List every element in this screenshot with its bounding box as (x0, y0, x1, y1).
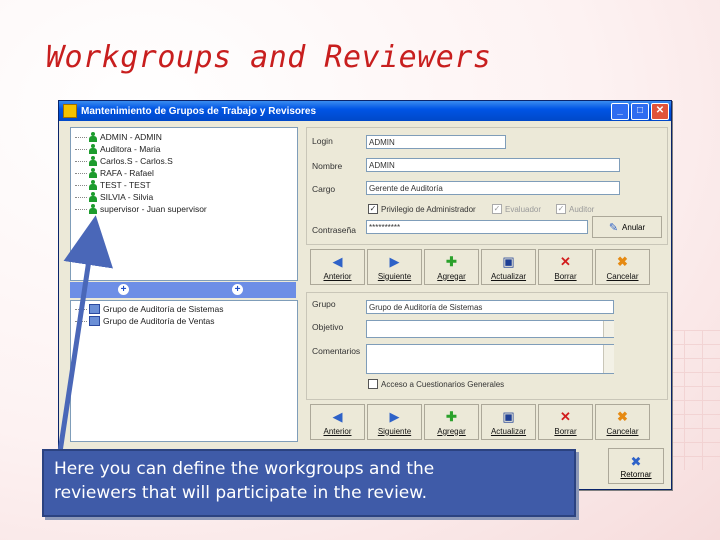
cancel-button[interactable]: ✖ Cancelar (595, 249, 650, 285)
next-button[interactable]: ▶ Siguiente (367, 404, 422, 440)
user-icon (89, 132, 97, 142)
comments-scrollbar[interactable] (603, 345, 614, 373)
arrow-right-icon: ▶ (389, 253, 400, 269)
plus-icon: ✚ (446, 408, 457, 424)
slide-title: Workgroups and Reviewers (46, 40, 492, 75)
window-title: Mantenimiento de Grupos de Trabajo y Rev… (81, 105, 317, 117)
cancel-icon: ✖ (617, 253, 628, 269)
maximize-button[interactable]: □ (631, 102, 649, 120)
role-input[interactable]: Gerente de Auditoría (366, 181, 620, 195)
next-button[interactable]: ▶ Siguiente (367, 249, 422, 285)
group-action-bar: + + (70, 282, 296, 298)
add-button[interactable]: ✚ Agregar (424, 404, 479, 440)
comments-label: Comentarios (312, 346, 361, 356)
group-icon (89, 304, 100, 314)
tree-item[interactable]: TEST - TEST (75, 180, 151, 190)
group-toolbar: ◀ Anterior ▶ Siguiente ✚ Agregar ▣ Actualiza… (310, 404, 650, 440)
name-label: Nombre (312, 161, 343, 171)
previous-button[interactable]: ◀ Anterior (310, 404, 365, 440)
callout-line-2: reviewers that will participate in the r… (54, 483, 427, 503)
delete-button[interactable]: ✕ Borrar (538, 249, 593, 285)
admin-privilege-checkbox[interactable]: ✓ Privilegio de Administrador (368, 204, 476, 214)
objective-label: Objetivo (312, 322, 344, 332)
objective-input[interactable] (366, 320, 614, 338)
user-icon (89, 144, 97, 154)
return-icon: ✖ (630, 453, 642, 469)
tree-item[interactable]: Carlos.S - Carlos.S (75, 156, 173, 166)
user-icon (89, 156, 97, 166)
cancel-edit-icon: ✎ (608, 221, 619, 234)
delete-icon: ✕ (560, 408, 571, 424)
login-label: Login (312, 136, 333, 146)
update-button[interactable]: ▣ Actualizar (481, 249, 536, 285)
comments-input[interactable] (366, 344, 614, 374)
arrow-right-icon: ▶ (389, 408, 400, 424)
general-questionnaires-checkbox[interactable]: Acceso a Cuestionarios Generales (368, 379, 504, 389)
cancel-icon: ✖ (617, 408, 628, 424)
tree-item[interactable]: RAFA - Rafael (75, 168, 154, 178)
groups-list[interactable]: Grupo de Auditoría de Sistemas Grupo de … (70, 300, 298, 442)
user-toolbar: ◀ Anterior ▶ Siguiente ✚ Agregar ▣ Actualiza… (310, 249, 650, 285)
users-tree[interactable]: ADMIN - ADMIN Auditora - Maria Carlos.S … (70, 127, 298, 281)
save-icon: ▣ (502, 253, 515, 269)
user-icon (89, 192, 97, 202)
anular-button[interactable]: ✎ Anular (592, 216, 662, 238)
app-icon (63, 104, 77, 118)
arrow-left-icon: ◀ (332, 253, 343, 269)
tree-item[interactable]: ADMIN - ADMIN (75, 132, 162, 142)
previous-button[interactable]: ◀ Anterior (310, 249, 365, 285)
return-button[interactable]: ✖ Retornar (608, 448, 664, 484)
window-titlebar: Mantenimiento de Grupos de Trabajo y Rev… (59, 101, 671, 121)
user-icon (89, 168, 97, 178)
add-circle-icon[interactable]: + (118, 284, 129, 295)
callout-line-1: Here you can define the workgroups and t… (54, 459, 435, 479)
save-icon: ▣ (502, 408, 515, 424)
group-icon (89, 316, 100, 326)
password-label: Contraseña (312, 225, 356, 235)
list-item[interactable]: Grupo de Auditoría de Sistemas (75, 304, 224, 314)
cancel-button[interactable]: ✖ Cancelar (595, 404, 650, 440)
password-input[interactable]: ********** (366, 220, 588, 234)
add-button[interactable]: ✚ Agregar (424, 249, 479, 285)
tree-item[interactable]: supervisor - Juan supervisor (75, 204, 207, 214)
evaluator-checkbox[interactable]: ✓ Evaluador (492, 204, 541, 214)
callout-box: Here you can define the workgroups and t… (42, 449, 576, 517)
arrow-left-icon: ◀ (332, 408, 343, 424)
update-button[interactable]: ▣ Actualizar (481, 404, 536, 440)
plus-icon: ✚ (446, 253, 457, 269)
close-button[interactable]: ✕ (651, 102, 669, 120)
auditor-checkbox[interactable]: ✓ Auditor (556, 204, 594, 214)
tree-item[interactable]: Auditora - Maria (75, 144, 160, 154)
role-label: Cargo (312, 184, 336, 194)
objective-scrollbar[interactable] (603, 321, 614, 337)
delete-button[interactable]: ✕ Borrar (538, 404, 593, 440)
add-circle-icon[interactable]: + (232, 284, 243, 295)
list-item[interactable]: Grupo de Auditoría de Ventas (75, 316, 215, 326)
group-label: Grupo (312, 299, 336, 309)
login-input[interactable]: ADMIN (366, 135, 506, 149)
tree-item[interactable]: SILVIA - Silvia (75, 192, 153, 202)
user-icon (89, 204, 97, 214)
name-input[interactable]: ADMIN (366, 158, 620, 172)
group-input[interactable]: Grupo de Auditoría de Sistemas (366, 300, 614, 314)
user-icon (89, 180, 97, 190)
minimize-button[interactable]: _ (611, 102, 629, 120)
delete-icon: ✕ (560, 253, 571, 269)
